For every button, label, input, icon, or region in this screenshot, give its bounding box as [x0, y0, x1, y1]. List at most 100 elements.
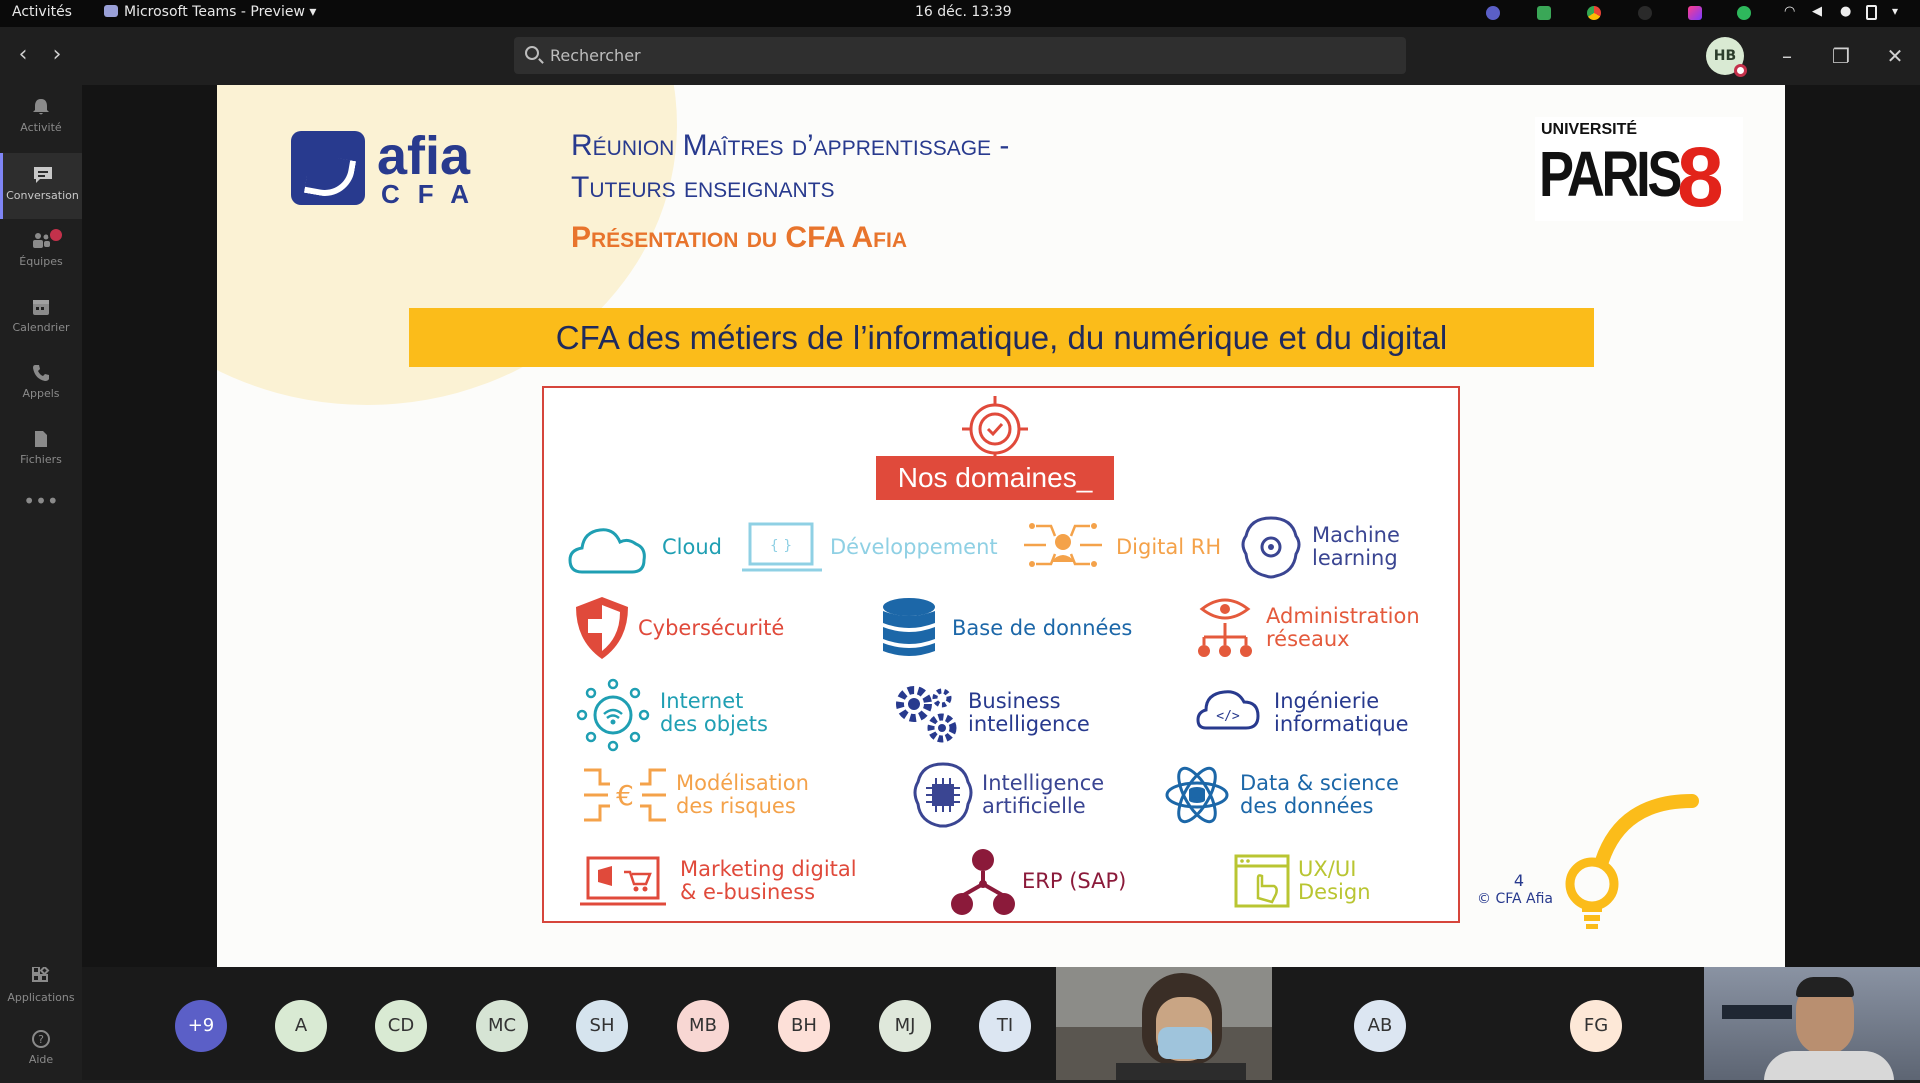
participant-initials: SH [589, 1015, 615, 1036]
battery-icon[interactable] [1866, 5, 1877, 20]
participant-avatar[interactable]: MJ [879, 1000, 931, 1052]
domain-label-line: Internet [660, 689, 744, 713]
domain-label-line: des données [1240, 794, 1374, 818]
domain-ingenierie-informatique: </> Ingénierie informatique [1196, 678, 1446, 748]
participant-initials: MB [689, 1015, 717, 1036]
close-icon[interactable]: ✕ [1880, 41, 1910, 71]
domain-cloud: Cloud [568, 512, 728, 582]
rail-item-fichiers[interactable]: Fichiers [0, 417, 82, 483]
domain-label: Développement [830, 534, 998, 559]
domain-label: Ingénierie informatique [1274, 678, 1409, 748]
svg-text:{ }: { } [770, 538, 792, 554]
participant-avatar[interactable]: TI [979, 1000, 1031, 1052]
clock[interactable]: 16 déc. 13:39 [915, 4, 1012, 20]
domain-label-line: des objets [660, 712, 768, 736]
more-apps-icon[interactable]: ••• [0, 483, 82, 549]
slide-copyright: © CFA Afia [1477, 891, 1553, 907]
system-menu-chevron-icon[interactable]: ▾ [1892, 4, 1906, 18]
maximize-icon[interactable]: ❐ [1826, 41, 1856, 71]
participant-avatar[interactable]: AB [1354, 1000, 1406, 1052]
domain-label: Machine learning [1312, 512, 1400, 582]
participant-avatar[interactable]: MB [677, 1000, 729, 1052]
rail-label: Fichiers [20, 453, 62, 466]
brain-gear-icon [1241, 516, 1301, 579]
app-tray-icon[interactable] [1688, 6, 1702, 20]
shield-tray-icon[interactable] [1537, 6, 1551, 20]
rail-item-appels[interactable]: Appels [0, 351, 82, 417]
domain-label-line: informatique [1274, 712, 1409, 736]
rail-label: Appels [22, 387, 60, 400]
rail-item-applications[interactable]: Applications [0, 955, 82, 1021]
more-participants-button[interactable]: +9 [175, 1000, 227, 1052]
participant-video-tile[interactable] [1704, 967, 1920, 1080]
domain-label-line: réseaux [1266, 627, 1350, 651]
participant-avatar[interactable]: A [275, 1000, 327, 1052]
activities-button[interactable]: Activités [12, 4, 72, 20]
slide-page-number: 4 [1513, 871, 1525, 890]
rail-label: Calendrier [12, 321, 70, 334]
video-person-mask [1158, 1027, 1212, 1059]
forward-arrow-icon[interactable]: › [42, 41, 72, 71]
paris8-logo: UNIVERSITÉ PARIS 8 [1535, 117, 1743, 224]
check-tray-icon[interactable] [1737, 6, 1751, 20]
back-arrow-icon[interactable]: ‹ [8, 41, 38, 71]
bluetooth-tray-icon[interactable] [1638, 6, 1652, 20]
laptop-code-icon: { } [742, 522, 822, 572]
domain-label-line: artificielle [982, 794, 1086, 818]
participant-avatar[interactable]: FG [1570, 1000, 1622, 1052]
participant-initials: MJ [894, 1015, 916, 1036]
volume-icon[interactable]: ◀ [1812, 4, 1826, 19]
cloud-icon [568, 528, 646, 574]
rail-item-equipes[interactable]: Équipes [0, 219, 82, 285]
code-cloud-icon: </> [1196, 690, 1260, 730]
participant-initials: FG [1583, 1015, 1609, 1036]
participant-initials: CD [387, 1015, 415, 1036]
rail-item-conversation[interactable]: Conversation [0, 153, 82, 219]
domain-label-line: Data & science [1240, 771, 1399, 795]
slide-subtitle: Présentation du CFA Afia [571, 221, 908, 254]
domain-label-line: Administration [1266, 604, 1420, 628]
rail-item-activite[interactable]: Activité [0, 85, 82, 151]
app-menu[interactable]: Microsoft Teams - Preview ▾ [104, 4, 316, 20]
search-input[interactable] [550, 37, 1390, 74]
user-avatar[interactable]: HB [1706, 37, 1747, 77]
domain-ux-ui-design: UX/UI Design [1232, 846, 1432, 916]
phone-icon [33, 365, 49, 381]
calendar-icon [33, 300, 49, 315]
domain-label-line: Design [1298, 880, 1371, 904]
minimize-icon[interactable]: – [1772, 41, 1802, 71]
domain-label-line: Business [968, 689, 1061, 713]
rail-item-aide[interactable]: ? Aide [0, 1017, 82, 1083]
microphone-icon[interactable]: ● [1840, 4, 1854, 19]
afia-logo-sub: CFA [381, 179, 487, 209]
domain-label-line: learning [1312, 546, 1398, 570]
participant-avatar[interactable]: SH [576, 1000, 628, 1052]
domain-label-line: Modélisation [676, 771, 809, 795]
participant-avatar[interactable]: MC [476, 1000, 528, 1052]
participant-avatar[interactable]: CD [375, 1000, 427, 1052]
participant-avatar[interactable]: BH [778, 1000, 830, 1052]
domain-label-line: intelligence [968, 712, 1090, 736]
teams-tray-icon[interactable] [1486, 6, 1500, 20]
wifi-icon[interactable]: ◠ [1784, 4, 1798, 19]
rail-label: Équipes [19, 255, 63, 268]
participant-initials: AB [1367, 1015, 1393, 1036]
rail-label: Activité [20, 121, 62, 134]
help-icon: ? [32, 1030, 50, 1048]
domain-administration-reseaux: Administration réseaux [1192, 593, 1442, 663]
domain-digital-rh: Digital RH [1016, 512, 1226, 582]
svg-text:</>: </> [1216, 709, 1240, 724]
search-box[interactable] [514, 37, 1406, 74]
target-check-icon [962, 396, 1028, 462]
participant-video-tile[interactable] [1056, 967, 1272, 1080]
paris8-logo-city: PARIS [1539, 138, 1682, 210]
chrome-tray-icon[interactable] [1587, 6, 1601, 20]
apps-icon [32, 967, 50, 982]
domain-base-de-donnees: Base de données [874, 593, 1134, 663]
domains-title: Nos domaines_ [876, 456, 1114, 500]
rail-label: Conversation [6, 189, 79, 202]
domain-label: Intelligence artificielle [982, 760, 1104, 830]
domain-label-line: Marketing digital [680, 857, 857, 881]
domain-data-science: Data & science des données [1164, 760, 1444, 830]
rail-item-calendrier[interactable]: Calendrier [0, 285, 82, 351]
